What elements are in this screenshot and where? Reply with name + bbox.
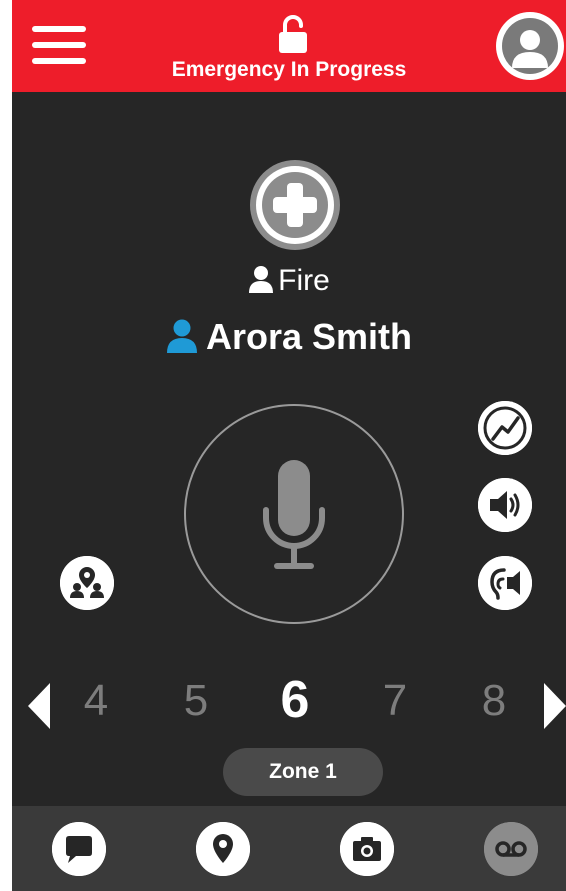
header-title: Emergency In Progress: [171, 58, 407, 81]
triangle-right-icon[interactable]: [542, 683, 566, 729]
channel-8[interactable]: 8: [464, 676, 524, 726]
chat-bubble-icon: [52, 822, 106, 876]
voicemail-icon: [484, 822, 538, 876]
unlocked-padlock-icon: [279, 15, 307, 53]
app-screen: Emergency In Progress Fire Arora Smith 4…: [12, 0, 566, 891]
earpiece-speaker-icon: [478, 556, 532, 610]
camera-button[interactable]: [340, 822, 394, 876]
push-to-talk-button[interactable]: [184, 404, 404, 624]
talkgroup-name: Fire: [278, 264, 330, 297]
team-location-icon: [60, 556, 114, 610]
earpiece-button[interactable]: [478, 556, 532, 610]
microphone-icon: [263, 460, 325, 569]
contact-label: Arora Smith: [12, 316, 566, 358]
channel-4[interactable]: 4: [66, 676, 126, 726]
speaker-button[interactable]: [478, 478, 532, 532]
location-button[interactable]: [196, 822, 250, 876]
channel-7[interactable]: 7: [365, 676, 425, 726]
channel-6-active[interactable]: 6: [265, 670, 325, 730]
zone-selector[interactable]: Zone 1: [223, 748, 383, 796]
channel-5[interactable]: 5: [166, 676, 226, 726]
person-icon: [166, 319, 197, 353]
add-participant-button[interactable]: [250, 160, 340, 250]
trend-line-icon: [478, 401, 532, 455]
map-pin-icon: [196, 822, 250, 876]
camera-icon: [340, 822, 394, 876]
bottom-toolbar: [12, 806, 566, 891]
talkgroup-label: Fire: [12, 264, 566, 298]
triangle-left-icon[interactable]: [28, 683, 52, 729]
signal-trend-button[interactable]: [478, 401, 532, 455]
contact-name: Arora Smith: [205, 316, 413, 357]
plus-icon: [273, 183, 317, 227]
user-avatar-icon[interactable]: [496, 12, 564, 80]
person-icon: [249, 266, 274, 293]
emergency-header: Emergency In Progress: [12, 0, 566, 92]
chat-button[interactable]: [52, 822, 106, 876]
voicemail-button[interactable]: [484, 822, 538, 876]
speaker-volume-icon: [478, 478, 532, 532]
team-location-button[interactable]: [60, 556, 114, 610]
